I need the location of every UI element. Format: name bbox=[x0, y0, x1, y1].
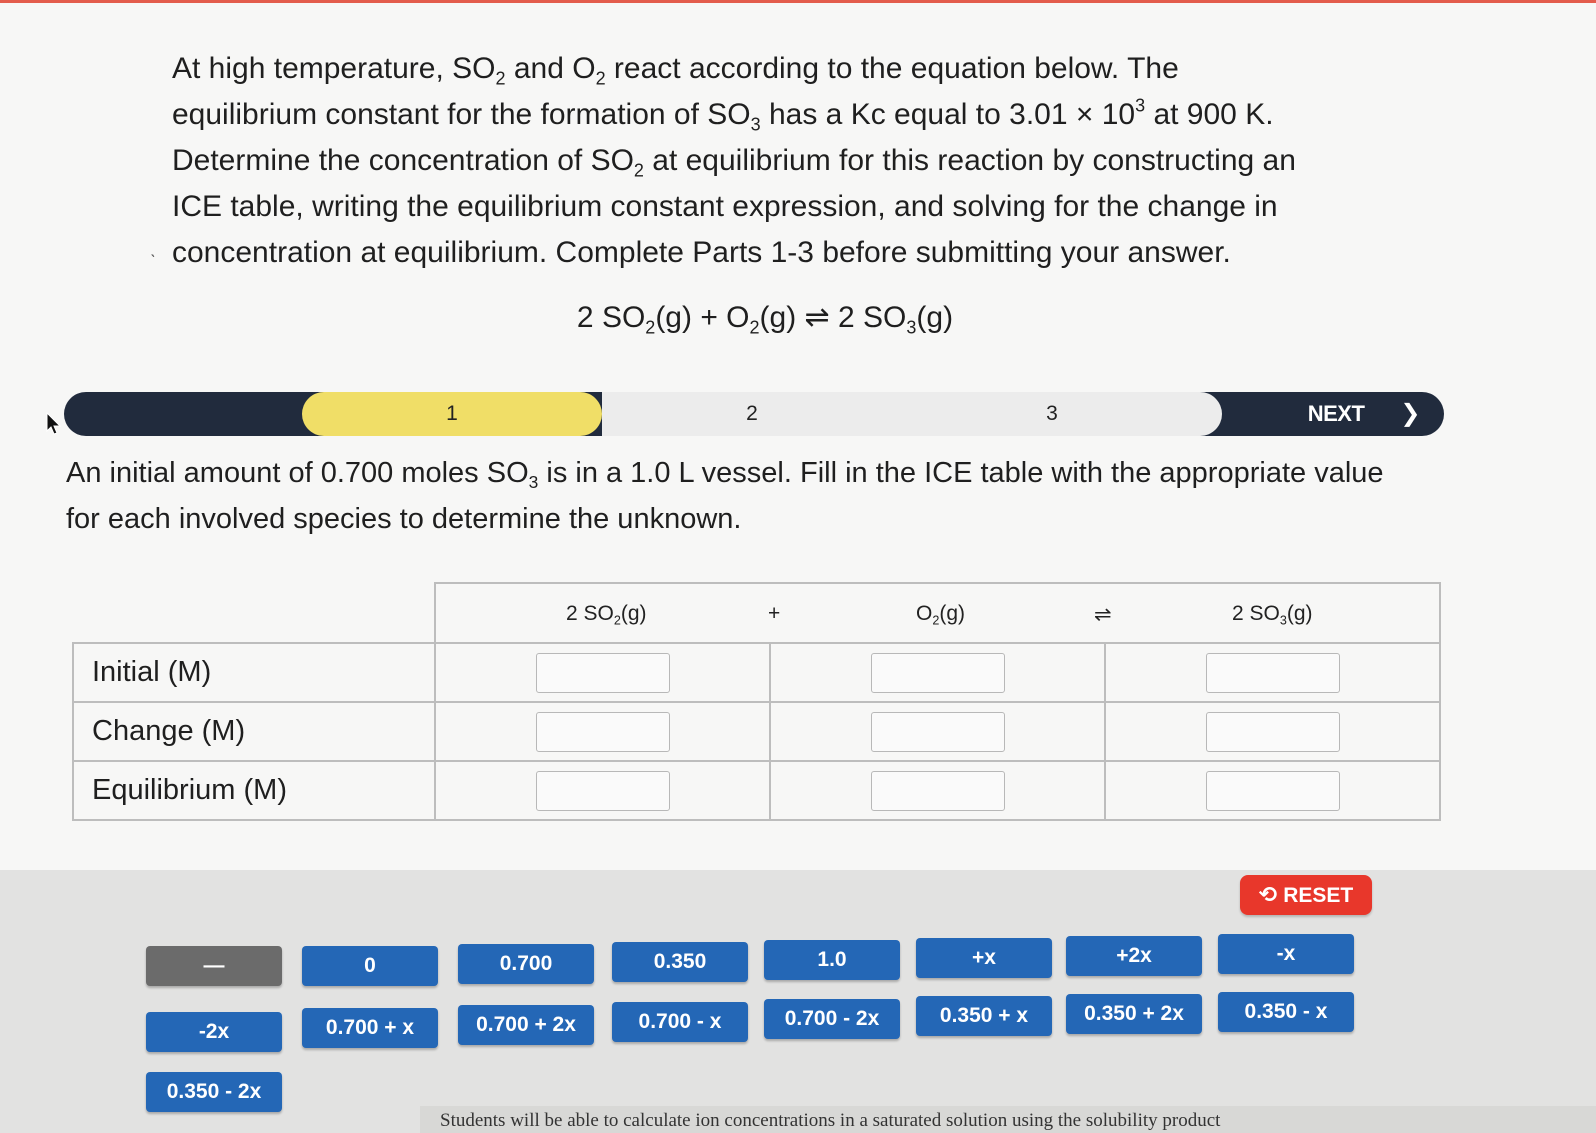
row-label-equilibrium: Equilibrium (M) bbox=[72, 760, 436, 821]
table-row: Change (M) bbox=[72, 701, 1441, 762]
tile-0-700-plus-x[interactable]: 0.700 + x bbox=[302, 1008, 438, 1048]
chevron-right-icon: ❯ bbox=[1400, 400, 1420, 427]
cell-equilibrium-so3 bbox=[1104, 760, 1441, 821]
ice-table-corner bbox=[73, 583, 435, 643]
tile-1-0[interactable]: 1.0 bbox=[764, 940, 900, 980]
drop-target-change-so2[interactable] bbox=[535, 711, 670, 752]
ice-prompt-text: An initial amount of 0.700 moles SO3 is … bbox=[66, 457, 1384, 535]
header-plus: + bbox=[768, 602, 781, 625]
cell-initial-o2 bbox=[769, 642, 1106, 703]
row-label-change: Change (M) bbox=[72, 701, 436, 762]
tile-0[interactable]: 0 bbox=[302, 946, 438, 986]
ice-header-row: 2 SO2(g) + O2(g) ⇌ 2 SO3(g) bbox=[434, 582, 1441, 644]
drop-target-change-o2[interactable] bbox=[870, 711, 1005, 752]
tile-minus-x[interactable]: -x bbox=[1218, 934, 1354, 974]
drop-target-change-so3[interactable] bbox=[1205, 711, 1340, 752]
table-row: Equilibrium (M) bbox=[72, 760, 1441, 821]
next-label: NEXT bbox=[1307, 401, 1365, 426]
header-o2: O2(g) bbox=[916, 602, 966, 628]
tile-0-350-minus-x[interactable]: 0.350 - x bbox=[1218, 992, 1354, 1032]
cell-equilibrium-o2 bbox=[769, 760, 1106, 821]
drop-target-equilibrium-so3[interactable] bbox=[1205, 770, 1340, 811]
step-progress-bar: 1 2 3 NEXT ❯ bbox=[64, 392, 1444, 436]
tile-dash[interactable]: — bbox=[146, 946, 282, 986]
tile-0-700-minus-2x[interactable]: 0.700 - 2x bbox=[764, 999, 900, 1039]
next-button[interactable]: NEXT ❯ bbox=[1307, 392, 1421, 436]
reaction-equation: 2 SO2(g) + O2(g) ⇌ 2 SO3(g) bbox=[576, 301, 954, 338]
cell-initial-so3 bbox=[1104, 642, 1441, 703]
tile-minus-2x[interactable]: -2x bbox=[146, 1012, 282, 1052]
footer-objective-text: Students will be able to calculate ion c… bbox=[440, 1110, 1221, 1131]
cell-change-so2 bbox=[434, 701, 771, 762]
tile-0-350-plus-2x[interactable]: 0.350 + 2x bbox=[1066, 994, 1202, 1034]
header-so2: 2 SO2(g) bbox=[566, 602, 647, 628]
reset-label: RESET bbox=[1283, 884, 1354, 907]
reset-button[interactable]: ⟲ RESET bbox=[1240, 875, 1372, 915]
step-3-tab[interactable]: 3 bbox=[902, 392, 1202, 436]
header-so3: 2 SO3(g) bbox=[1232, 602, 1313, 628]
mouse-cursor-icon bbox=[46, 411, 62, 441]
ice-table: 2 SO2(g) + O2(g) ⇌ 2 SO3(g) Initial (M) … bbox=[72, 582, 1441, 821]
tile-0-350-minus-2x[interactable]: 0.350 - 2x bbox=[146, 1072, 282, 1112]
drop-target-initial-so3[interactable] bbox=[1205, 652, 1340, 693]
cell-equilibrium-so2 bbox=[434, 760, 771, 821]
tile-plus-2x[interactable]: +2x bbox=[1066, 936, 1202, 976]
drop-target-initial-o2[interactable] bbox=[870, 652, 1005, 693]
tile-plus-x[interactable]: +x bbox=[916, 938, 1052, 978]
table-row: Initial (M) bbox=[72, 642, 1441, 703]
step-2-tab[interactable]: 2 bbox=[602, 392, 902, 436]
tile-0-350[interactable]: 0.350 bbox=[612, 942, 748, 982]
caret-icon: ˋ bbox=[150, 252, 156, 272]
tile-0-700-minus-x[interactable]: 0.700 - x bbox=[612, 1002, 748, 1042]
drop-target-equilibrium-o2[interactable] bbox=[870, 770, 1005, 811]
undo-icon: ⟲ bbox=[1258, 882, 1278, 907]
drop-target-equilibrium-so2[interactable] bbox=[535, 770, 670, 811]
cell-change-so3 bbox=[1104, 701, 1441, 762]
cell-change-o2 bbox=[769, 701, 1106, 762]
drop-target-initial-so2[interactable] bbox=[535, 652, 670, 693]
question-text: At high temperature, SO2 and O2 react ac… bbox=[172, 52, 1296, 269]
cell-initial-so2 bbox=[434, 642, 771, 703]
row-label-initial: Initial (M) bbox=[72, 642, 436, 703]
header-equilibrium-arrow: ⇌ bbox=[1094, 603, 1112, 626]
tile-0-700[interactable]: 0.700 bbox=[458, 944, 594, 984]
step-1-tab[interactable]: 1 bbox=[302, 392, 602, 436]
tile-0-350-plus-x[interactable]: 0.350 + x bbox=[916, 996, 1052, 1036]
tile-0-700-plus-2x[interactable]: 0.700 + 2x bbox=[458, 1005, 594, 1045]
